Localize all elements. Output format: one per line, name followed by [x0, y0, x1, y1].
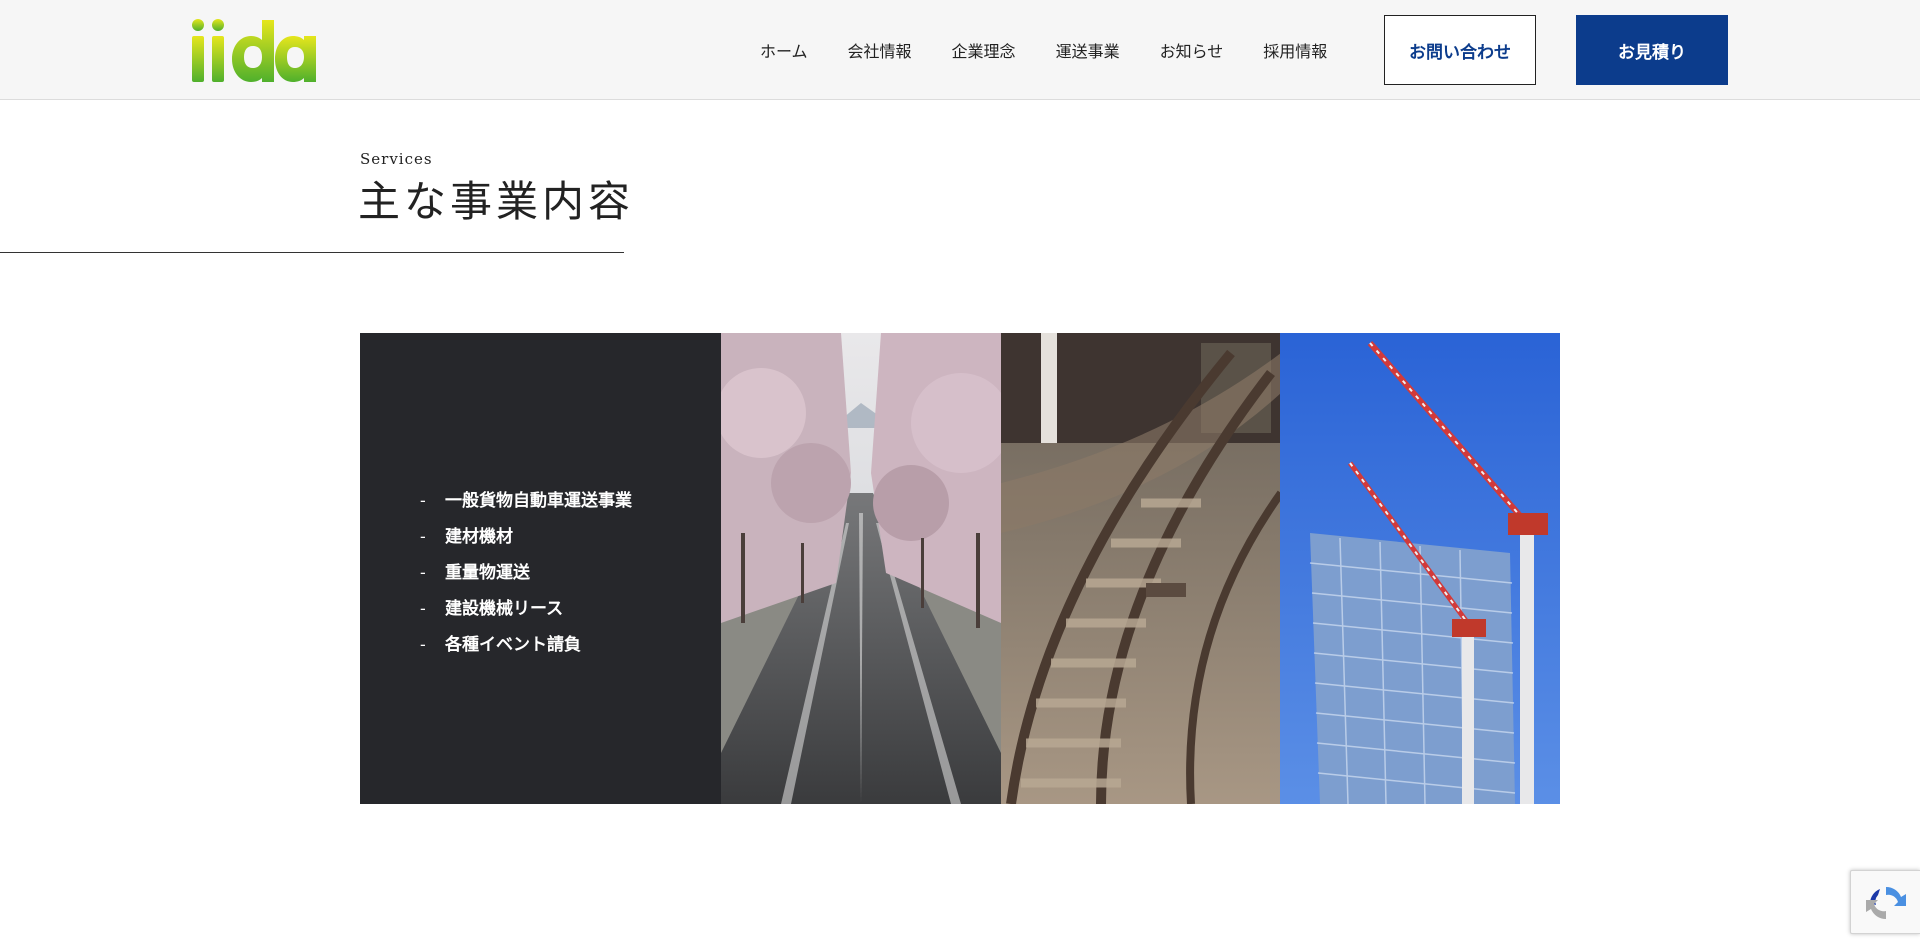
service-label: 重量物運送 [445, 563, 530, 583]
recaptcha-icon [1866, 886, 1906, 920]
nav-item-news[interactable]: お知らせ [1160, 38, 1224, 62]
list-dash: - [420, 599, 426, 619]
list-dash: - [420, 491, 426, 511]
service-item: - 一般貨物自動車運送事業 [420, 483, 632, 519]
site-header: ホーム 会社情報 企業理念 運送事業 お知らせ 採用情報 お問い合わせ お見積り [0, 0, 1920, 100]
services-panel: - 一般貨物自動車運送事業 - 建材機材 - 重量物運送 - 建設機械リース -… [360, 333, 1560, 804]
section-title: 主な事業内容 [358, 177, 635, 226]
section-eyebrow: Services [360, 150, 433, 168]
cranes-photo [1280, 333, 1560, 804]
contact-button[interactable]: お問い合わせ [1384, 15, 1536, 85]
iida-logo[interactable] [190, 16, 320, 82]
service-item: - 重量物運送 [420, 555, 632, 591]
section-divider [0, 252, 624, 253]
service-label: 建設機械リース [445, 599, 564, 619]
services-list: - 一般貨物自動車運送事業 - 建材機材 - 重量物運送 - 建設機械リース -… [420, 483, 632, 663]
list-dash: - [420, 635, 426, 655]
service-label: 建材機材 [445, 527, 513, 547]
service-item: - 建材機材 [420, 519, 632, 555]
recaptcha-badge[interactable] [1850, 870, 1920, 934]
services-list-box: - 一般貨物自動車運送事業 - 建材機材 - 重量物運送 - 建設機械リース -… [360, 333, 722, 804]
main-nav: ホーム 会社情報 企業理念 運送事業 お知らせ 採用情報 [760, 0, 1367, 100]
service-item: - 建設機械リース [420, 591, 632, 627]
cherry-road-photo [721, 333, 1001, 804]
service-label: 一般貨物自動車運送事業 [445, 491, 632, 511]
railway-photo [1000, 333, 1281, 804]
nav-item-philosophy[interactable]: 企業理念 [952, 38, 1016, 62]
estimate-button[interactable]: お見積り [1576, 15, 1728, 85]
nav-item-recruit[interactable]: 採用情報 [1263, 38, 1327, 62]
service-item: - 各種イベント請負 [420, 627, 632, 663]
list-dash: - [420, 563, 426, 583]
nav-item-transport[interactable]: 運送事業 [1056, 38, 1120, 62]
list-dash: - [420, 527, 426, 547]
service-label: 各種イベント請負 [445, 635, 581, 655]
nav-item-home[interactable]: ホーム [760, 38, 808, 62]
nav-item-company[interactable]: 会社情報 [848, 38, 912, 62]
